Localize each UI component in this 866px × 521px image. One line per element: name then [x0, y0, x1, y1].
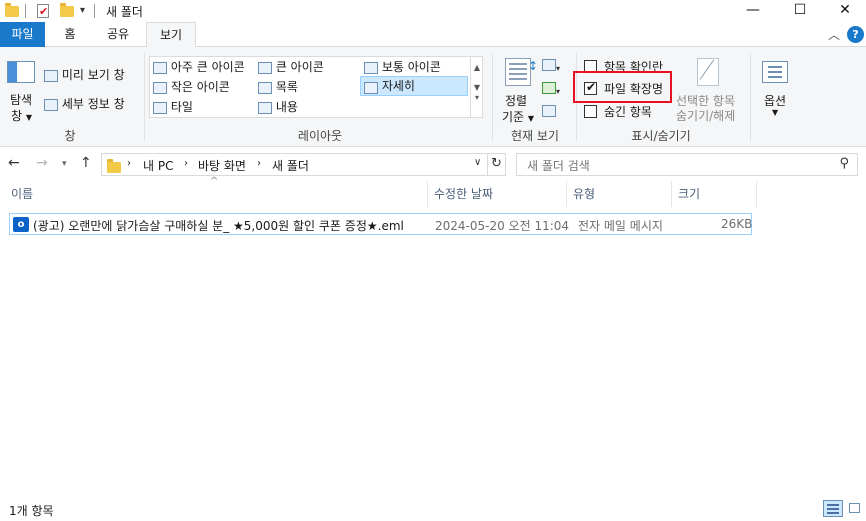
search-box[interactable]: 새 폴더 검색 ⚲ [516, 153, 858, 176]
layout-small-icons[interactable]: 작은 아이콘 [153, 78, 230, 95]
back-arrow-icon[interactable]: ← [8, 155, 20, 171]
search-input[interactable]: 새 폴더 검색 [527, 157, 590, 174]
options-button[interactable]: 옵션 [764, 92, 786, 109]
column-header-name[interactable]: 이름 [5, 181, 428, 207]
extra-large-icons-icon [153, 61, 167, 74]
layout-large-icons[interactable]: 큰 아이콘 [258, 58, 324, 75]
file-type: 전자 메일 메시지 [578, 219, 663, 233]
maximize-button[interactable]: ☐ [777, 0, 823, 22]
title-bar: ✔ ▾ 새 폴더 — ☐ ✕ [0, 0, 866, 22]
recent-locations-icon[interactable]: ▾ [62, 159, 67, 169]
list-icon [258, 81, 272, 94]
size-columns-button[interactable] [542, 105, 556, 120]
tiles-icon [153, 101, 167, 114]
address-bar[interactable]: › 내 PC › 바탕 화면 › 새 폴더 ∨ ↻ [101, 153, 506, 176]
ribbon-tabs: 파일 홈 공유 보기 ︿ ? [0, 22, 866, 48]
group-by-button[interactable]: ▾ [542, 59, 560, 74]
file-modified: 2024-05-20 오전 11:04 [435, 219, 570, 233]
preview-pane-icon [44, 69, 58, 82]
file-row[interactable]: o (광고) 오랜만에 닭가슴살 구매하실 분_ ★5,000원 할인 쿠폰 증… [9, 213, 752, 235]
ribbon-view: 탐색 창 ▼ 미리 보기 창 세부 정보 창 창 아주 큰 아이콘 큰 아이콘 … [0, 47, 866, 147]
medium-icons-icon [364, 61, 378, 74]
large-icons-icon [258, 61, 272, 74]
forward-arrow-icon[interactable]: → [36, 155, 48, 171]
properties-icon[interactable]: ✔ [36, 3, 50, 19]
chevron-down-icon: ▼ [25, 113, 33, 122]
details-pane-icon [44, 98, 58, 111]
column-header-type[interactable]: 유형 [567, 181, 672, 207]
layout-tiles[interactable]: 타일 [153, 98, 193, 115]
tab-file[interactable]: 파일 [0, 22, 45, 47]
preview-pane-button[interactable]: 미리 보기 창 [44, 66, 125, 83]
content-icon [258, 101, 272, 114]
group-by-icon [542, 59, 556, 71]
options-icon [762, 61, 788, 83]
layout-scroll[interactable]: ▲ ▼ ▾ [470, 57, 483, 117]
chevron-down-icon: ▼ [527, 114, 535, 123]
group-label-current-view: 현재 보기 [511, 129, 559, 143]
sort-by-label[interactable]: 정렬 [505, 92, 527, 109]
refresh-icon[interactable]: ↻ [491, 156, 502, 171]
up-arrow-icon[interactable]: ↑ [80, 155, 92, 171]
tab-view[interactable]: 보기 [146, 22, 196, 48]
column-header-modified[interactable]: 수정한 날짜 [428, 181, 567, 207]
help-icon[interactable]: ? [847, 26, 864, 43]
file-size: 26KB [721, 217, 753, 231]
hide-selected-label-2[interactable]: 숨기기/해제 [676, 107, 735, 124]
size-columns-icon [542, 105, 556, 117]
details-view-icon[interactable] [823, 500, 843, 517]
small-icons-icon [153, 81, 167, 94]
layout-details[interactable]: 자세히 [360, 76, 468, 96]
email-file-icon: o [13, 217, 29, 232]
breadcrumb-desktop[interactable]: 바탕 화면 [198, 157, 246, 174]
navigation-pane-icon [7, 61, 35, 83]
group-label-layout: 레이아웃 [297, 129, 343, 143]
file-extensions-checkbox[interactable] [584, 80, 597, 95]
close-button[interactable]: ✕ [822, 0, 866, 22]
status-bar: 1개 항목 [0, 495, 866, 521]
quick-access-dropdown-icon[interactable]: ▾ [80, 5, 85, 21]
collapse-ribbon-icon[interactable]: ︿ [828, 26, 840, 43]
breadcrumb-new-folder[interactable]: 새 폴더 [272, 157, 309, 174]
sort-by-icon: ↕ [505, 58, 538, 86]
tab-share[interactable]: 공유 [93, 22, 143, 47]
layout-list[interactable]: 목록 [258, 78, 298, 95]
navigation-pane-button[interactable]: 창 ▼ [11, 107, 32, 124]
details-pane-button[interactable]: 세부 정보 창 [44, 95, 125, 112]
search-icon[interactable]: ⚲ [839, 156, 849, 171]
add-columns-icon [542, 82, 556, 94]
minimize-button[interactable]: — [730, 0, 776, 22]
layout-medium-icons[interactable]: 보통 아이콘 [364, 58, 441, 75]
file-name: (광고) 오랜만에 닭가슴살 구매하실 분_ ★5,000원 할인 쿠폰 증정★… [33, 219, 404, 233]
hide-selected-icon [697, 58, 719, 86]
add-columns-button[interactable]: ▾ [542, 82, 560, 97]
group-label-pane: 창 [64, 129, 76, 143]
layout-extra-large-icons[interactable]: 아주 큰 아이콘 [153, 58, 245, 75]
item-count: 1개 항목 [9, 504, 54, 518]
group-label-show-hide: 표시/숨기기 [631, 129, 691, 143]
layout-gallery: 아주 큰 아이콘 큰 아이콘 보통 아이콘 작은 아이콘 목록 자세히 타일 내… [149, 56, 483, 118]
breadcrumb-this-pc[interactable]: 내 PC [143, 157, 173, 174]
column-header-size[interactable]: 크기 [672, 181, 757, 207]
address-dropdown-icon[interactable]: ∨ [474, 157, 481, 168]
sort-by-button[interactable]: 기준 ▼ [502, 108, 534, 125]
column-header-row: ^ 이름 수정한 날짜 유형 크기 [0, 176, 866, 207]
layout-content[interactable]: 내용 [258, 98, 298, 115]
window-title: 새 폴더 [106, 5, 143, 19]
navigation-pane-label[interactable]: 탐색 [10, 91, 32, 108]
large-icons-view-icon[interactable] [846, 500, 864, 517]
hidden-items-checkbox[interactable] [584, 105, 597, 118]
chevron-down-icon[interactable]: ▼ [772, 108, 778, 117]
details-icon [364, 81, 378, 94]
tab-home[interactable]: 홈 [49, 22, 91, 47]
